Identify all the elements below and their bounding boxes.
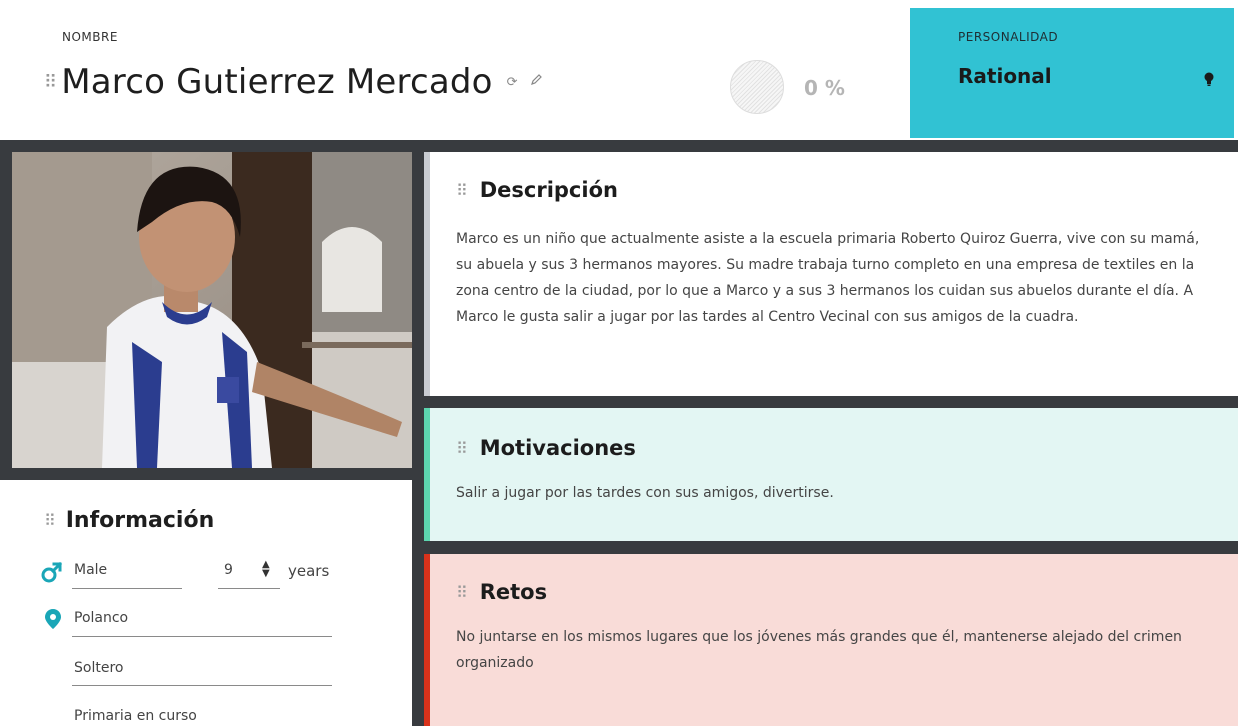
location-field[interactable]: Polanco (74, 610, 128, 626)
age-field[interactable]: 9 (224, 562, 233, 578)
motivations-text[interactable]: Salir a jugar por las tardes con sus ami… (456, 480, 1218, 506)
education-field[interactable]: Primaria en curso (74, 708, 197, 724)
challenges-card: ⠿ Retos No juntarse en los mismos lugare… (424, 554, 1238, 726)
info-panel: ⠿ Información Male 9 ▲ ▼ years Polanco So… (0, 480, 412, 726)
age-unit: years (288, 562, 330, 580)
location-underline (72, 636, 332, 637)
challenges-title-row: ⠿ Retos (456, 580, 547, 604)
age-stepper-icon[interactable]: ▲ ▼ (262, 560, 270, 579)
challenges-text[interactable]: No juntarse en los mismos lugares que lo… (456, 624, 1218, 676)
age-underline (218, 588, 280, 589)
drag-handle-icon[interactable]: ⠿ (456, 583, 468, 602)
civil-status-underline (72, 685, 332, 686)
persona-photo-illustration (12, 152, 412, 468)
edit-pencil-icon[interactable] (530, 74, 542, 90)
info-title-row: ⠿ Información (44, 508, 214, 533)
refresh-icon[interactable]: ⟳ (507, 75, 518, 90)
drag-handle-icon[interactable]: ⠿ (456, 439, 468, 458)
location-pin-icon (44, 608, 62, 634)
name-actions: ⟳ (507, 74, 542, 90)
challenges-accent-bar (424, 554, 430, 726)
gender-underline (72, 588, 182, 589)
progress-circle (730, 60, 784, 114)
description-title-row: ⠿ Descripción (456, 178, 618, 202)
lightbulb-icon[interactable] (1200, 70, 1218, 88)
personality-panel[interactable]: PERSONALIDAD Rational (910, 8, 1234, 138)
description-accent-bar (424, 152, 430, 396)
drag-handle-icon[interactable]: ⠿ (44, 72, 57, 93)
description-text[interactable]: Marco es un niño que actualmente asiste … (456, 226, 1218, 330)
challenges-title: Retos (479, 580, 548, 604)
name-label: NOMBRE (62, 30, 118, 44)
info-title: Información (65, 508, 215, 533)
drag-handle-icon[interactable]: ⠿ (456, 181, 468, 200)
motivations-card: ⠿ Motivaciones Salir a jugar por las tar… (424, 408, 1238, 541)
motivations-title-row: ⠿ Motivaciones (456, 436, 636, 460)
male-gender-icon[interactable] (40, 560, 64, 584)
drag-handle-icon[interactable]: ⠿ (44, 511, 56, 530)
personality-label: PERSONALIDAD (958, 30, 1059, 44)
gender-field[interactable]: Male (74, 562, 107, 578)
persona-photo[interactable] (12, 152, 412, 468)
motivations-title: Motivaciones (479, 436, 636, 460)
civil-status-field[interactable]: Soltero (74, 660, 123, 676)
persona-name[interactable]: Marco Gutierrez Mercado (61, 62, 492, 102)
motivations-accent-bar (424, 408, 430, 541)
progress-percentage: 0 % (804, 76, 845, 100)
description-card: ⠿ Descripción Marco es un niño que actua… (424, 152, 1238, 396)
personality-value: Rational (958, 64, 1052, 88)
description-title: Descripción (479, 178, 618, 202)
name-row: ⠿ Marco Gutierrez Mercado ⟳ (44, 62, 542, 102)
